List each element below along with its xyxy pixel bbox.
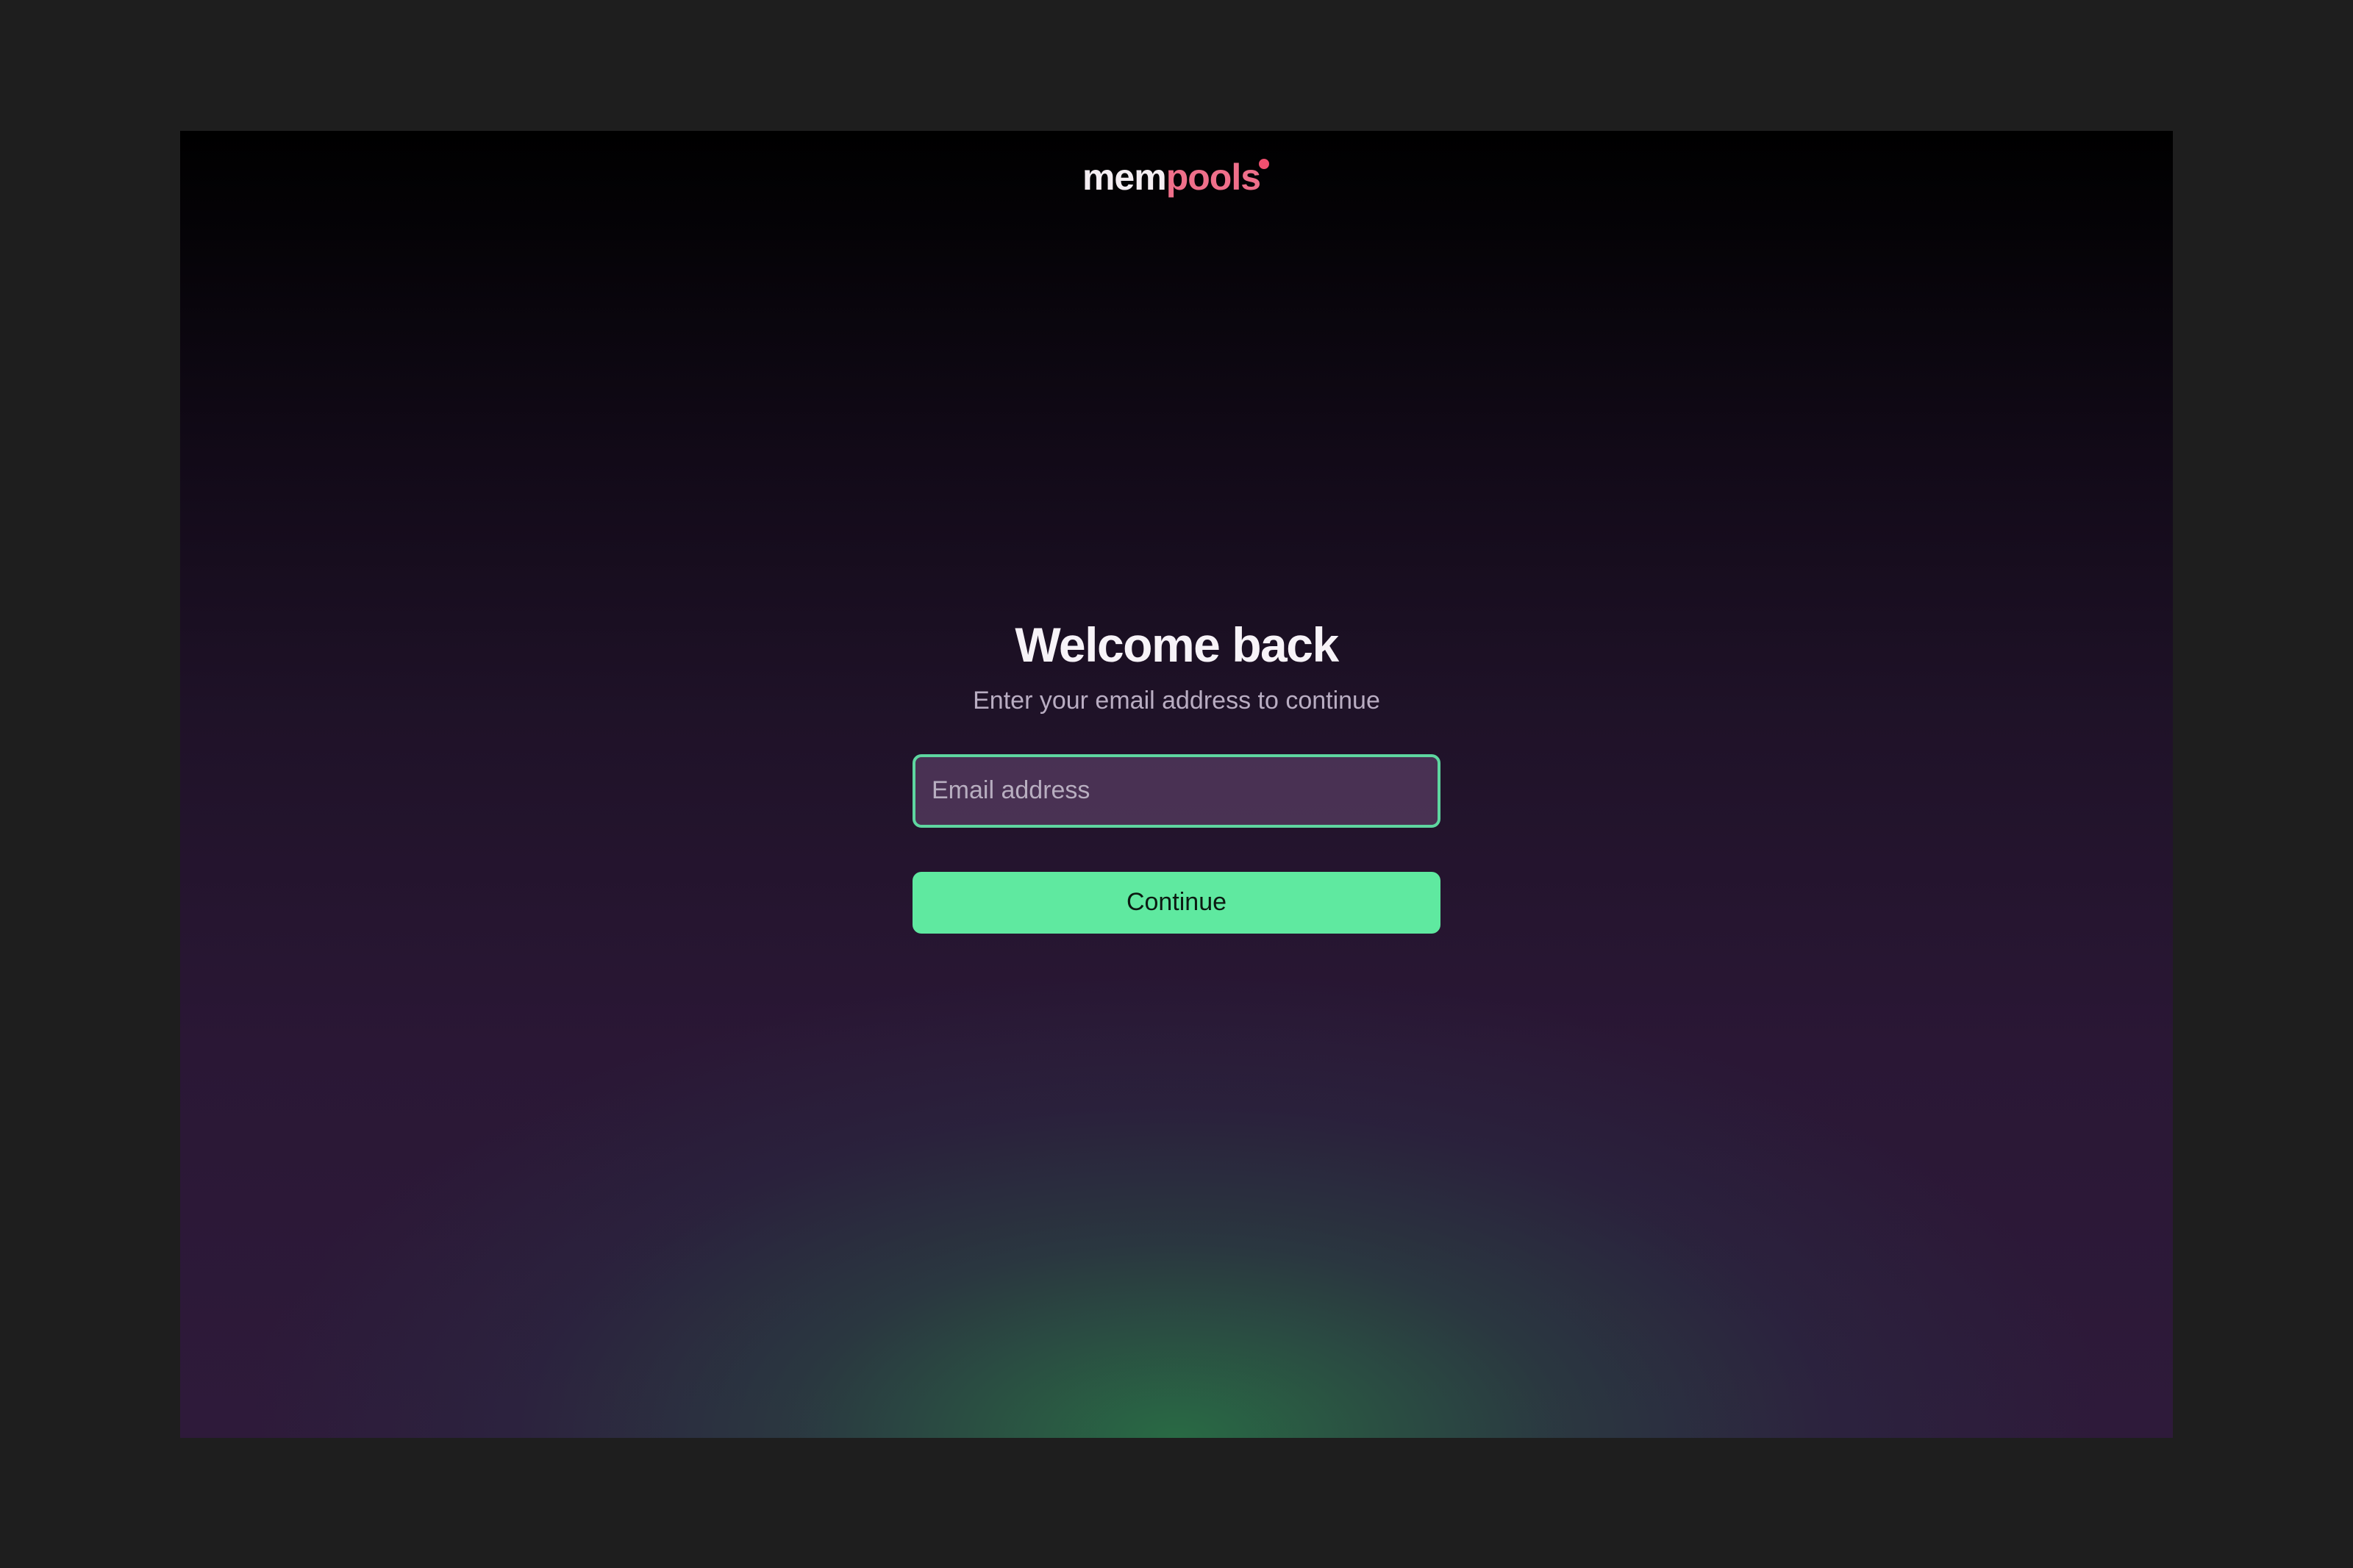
page-title: Welcome back [1015, 617, 1339, 672]
email-input[interactable] [913, 753, 1440, 828]
page-subtitle: Enter your email address to continue [973, 687, 1380, 715]
mempools-logo[interactable]: mempools [180, 159, 2173, 196]
logo-dot-icon [1259, 159, 1270, 169]
logo-text-mem: mem [1082, 157, 1167, 198]
logo-text-pools: pools [1165, 157, 1261, 198]
continue-button[interactable]: Continue [913, 871, 1440, 934]
login-page: mempools Welcome back Enter your email a… [180, 131, 2173, 1438]
login-card: Welcome back Enter your email address to… [180, 616, 2173, 934]
email-field-wrapper [913, 753, 1440, 828]
